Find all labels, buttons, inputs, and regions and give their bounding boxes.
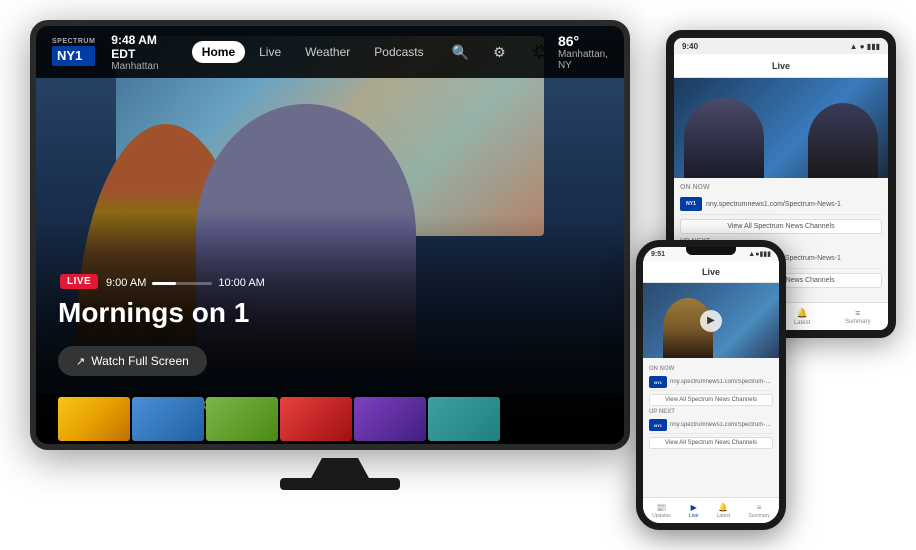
phone-tab-bar: 📰 Updates ▶ Live 🔔 Latest ≡ Summary: [643, 497, 779, 523]
ny1-logo: NY1: [52, 46, 95, 66]
phone-view-all-button-1[interactable]: View All Spectrum News Channels: [649, 394, 773, 406]
weather-block: 🌤 86° Manhattan, NY: [532, 33, 608, 71]
tv-stand: [310, 458, 370, 480]
nav-podcasts[interactable]: Podcasts: [364, 41, 433, 63]
phone-tab-latest[interactable]: 🔔 Latest: [717, 503, 731, 519]
phone-navbar: Live: [643, 261, 779, 283]
phone-tab-updates[interactable]: 📰 Updates: [652, 503, 671, 519]
tablet-nav-title: Live: [772, 61, 790, 71]
time-progress-fill: [152, 282, 176, 285]
phone-live-label: Live: [689, 513, 698, 519]
time-progress-bar: [152, 282, 212, 285]
phone-summary-label: Summary: [748, 513, 769, 519]
watch-fullscreen-label: Watch Full Screen: [91, 354, 189, 368]
thumbnail-2[interactable]: [132, 397, 204, 441]
tv-screen: SPECTRUM NY1 9:48 AM EDT Manhattan Home …: [36, 26, 624, 444]
tablet-anchor-right: [808, 103, 878, 178]
phone-latest-icon: 🔔: [718, 503, 728, 512]
phone-tab-summary[interactable]: ≡ Summary: [748, 503, 769, 519]
show-title: Mornings on 1: [58, 297, 249, 329]
phone-time: 9:51: [651, 251, 665, 258]
phone-updates-icon: 📰: [656, 503, 666, 512]
phone-channel-logo-1: NY1: [649, 376, 667, 388]
scene: SPECTRUM NY1 9:48 AM EDT Manhattan Home …: [0, 0, 916, 550]
current-time: 9:48 AM EDT: [111, 33, 168, 61]
phone-notch: [686, 247, 736, 255]
tablet-status-bar: 9:40 ▲ ● ▮▮▮: [674, 38, 888, 54]
tablet-channel-logo-1: NY1: [680, 197, 702, 211]
tv-frame: SPECTRUM NY1 9:48 AM EDT Manhattan Home …: [30, 20, 630, 450]
phone-up-next-label: UP NEXT: [649, 409, 773, 415]
phone-play-button[interactable]: ▶: [700, 310, 722, 332]
tablet-summary-icon: ≡: [855, 308, 860, 318]
nav-weather[interactable]: Weather: [295, 41, 360, 63]
phone-screen: 9:51 ▲●▮▮▮ Live ▶ ON NOW NY1 nny.spectru…: [643, 247, 779, 523]
tablet-view-all-button-1[interactable]: View All Spectrum News Channels: [680, 219, 882, 234]
tablet-anchor-left: [684, 98, 764, 178]
thumbnail-3[interactable]: [206, 397, 278, 441]
gear-icon[interactable]: ⚙: [487, 40, 512, 65]
thumbnail-5[interactable]: [354, 397, 426, 441]
live-badge: LIVE: [60, 274, 98, 289]
phone-nav-title: Live: [702, 267, 720, 277]
current-location: Manhattan: [111, 61, 168, 72]
fullscreen-icon: ↗: [76, 355, 85, 368]
nav-links: Home Live Weather Podcasts: [192, 41, 434, 63]
nav-home[interactable]: Home: [192, 41, 245, 63]
phone-frame: 9:51 ▲●▮▮▮ Live ▶ ON NOW NY1 nny.spectru…: [636, 240, 786, 530]
phone-live-icon: ▶: [691, 503, 697, 512]
thumbnail-strip: [36, 394, 624, 444]
search-icon[interactable]: 🔍: [446, 40, 475, 65]
phone-view-all-button-2[interactable]: View All Spectrum News Channels: [649, 437, 773, 449]
phone-channel-text-2: nny.spectrumnews1.com/Spectrum-News-1: [670, 422, 773, 428]
phone-summary-icon: ≡: [757, 503, 762, 512]
time-bar: 9:00 AM 10:00 AM: [106, 277, 265, 289]
tablet-channel-name-1: nny.spectrumnews1.com/Spectrum-News-1: [706, 201, 882, 208]
weather-temp: 86°: [558, 33, 608, 49]
phone-channel-logo-2: NY1: [649, 419, 667, 431]
phone-content: ON NOW NY1 nny.spectrumnews1.com/Spectru…: [643, 358, 779, 497]
tablet-video-player[interactable]: [674, 78, 888, 178]
tablet-channel-item-1[interactable]: NY1 nny.spectrumnews1.com/Spectrum-News-…: [680, 194, 882, 215]
weather-icon: 🌤: [532, 42, 552, 62]
thumbnail-6[interactable]: [428, 397, 500, 441]
phone-tab-live[interactable]: ▶ Live: [689, 503, 698, 519]
tablet-channel-info-1: nny.spectrumnews1.com/Spectrum-News-1: [706, 201, 882, 208]
tv-navbar: SPECTRUM NY1 9:48 AM EDT Manhattan Home …: [36, 26, 624, 78]
weather-info: 86° Manhattan, NY: [558, 33, 608, 71]
phone-latest-label: Latest: [717, 513, 731, 519]
tablet-tab-latest[interactable]: 🔔 Latest: [794, 308, 810, 326]
tv-base: [280, 478, 400, 490]
logo: SPECTRUM NY1: [52, 38, 95, 65]
tablet-tab-summary[interactable]: ≡ Summary: [845, 308, 871, 325]
phone-on-now-label: ON NOW: [649, 366, 773, 372]
tablet-on-now-label: ON NOW: [680, 184, 882, 191]
tv-container: SPECTRUM NY1 9:48 AM EDT Manhattan Home …: [30, 20, 650, 510]
tablet-status-icons: ▲ ● ▮▮▮: [850, 42, 880, 51]
tablet-time: 9:40: [682, 42, 698, 51]
tablet-latest-label: Latest: [794, 320, 810, 326]
nav-live[interactable]: Live: [249, 41, 291, 63]
phone-status-icons: ▲●▮▮▮: [748, 250, 771, 258]
phone-video-player[interactable]: ▶: [643, 283, 779, 358]
thumbnail-1[interactable]: [58, 397, 130, 441]
time-block: 9:48 AM EDT Manhattan: [111, 33, 168, 72]
tablet-navbar: Live: [674, 54, 888, 78]
weather-location: Manhattan, NY: [558, 49, 608, 71]
tablet-latest-icon: 🔔: [797, 308, 808, 319]
tablet-summary-label: Summary: [845, 319, 871, 325]
show-end-time: 10:00 AM: [218, 277, 264, 289]
thumbnail-4[interactable]: [280, 397, 352, 441]
watch-fullscreen-button[interactable]: ↗ Watch Full Screen: [58, 346, 207, 376]
phone-channel-row-1[interactable]: NY1 nny.spectrumnews1.com/Spectrum-News-…: [649, 374, 773, 391]
phone-channel-row-2[interactable]: NY1 nny.spectrumnews1.com/Spectrum-News-…: [649, 417, 773, 434]
show-start-time: 9:00 AM: [106, 277, 146, 289]
phone-updates-label: Updates: [652, 513, 671, 519]
phone-container: 9:51 ▲●▮▮▮ Live ▶ ON NOW NY1 nny.spectru…: [636, 240, 796, 530]
phone-channel-text-1: nny.spectrumnews1.com/Spectrum-News-1: [670, 379, 773, 385]
spectrum-wordmark: SPECTRUM: [52, 38, 95, 46]
